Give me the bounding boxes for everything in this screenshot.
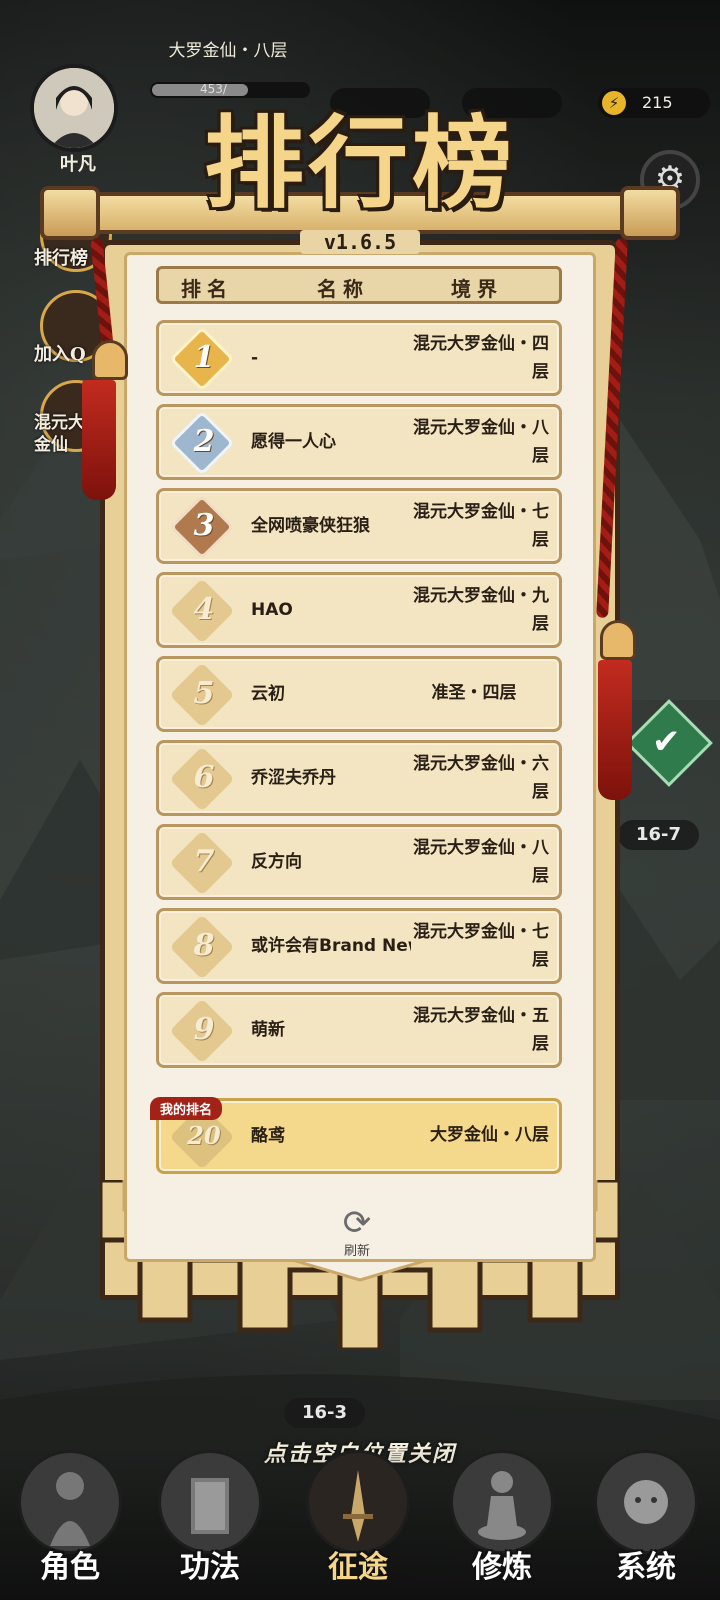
scroll-rod-end bbox=[620, 186, 680, 240]
rank-number: 9 bbox=[193, 1012, 215, 1047]
player-realm: 大罗金仙・八层 bbox=[168, 41, 288, 61]
player-realm: 混元大罗金仙・五层 bbox=[413, 1006, 549, 1054]
player-realm: 大罗金仙・八层 bbox=[430, 1125, 549, 1145]
sword-icon bbox=[343, 1470, 373, 1542]
rank-number: 8 bbox=[193, 928, 215, 963]
nav-label: 修炼 bbox=[472, 1550, 532, 1585]
scroll-rod-end bbox=[40, 186, 100, 240]
header-rank: 排名 bbox=[181, 277, 233, 301]
table-row[interactable]: 1 - 混元大罗金仙・四层 bbox=[156, 320, 562, 396]
stage-label: 16-3 bbox=[284, 1398, 366, 1428]
stage-label: 16-7 bbox=[618, 820, 700, 850]
refresh-icon: ⟳ bbox=[342, 1203, 372, 1243]
player-realm: 混元大罗金仙・七层 bbox=[413, 922, 549, 970]
table-row[interactable]: 2 愿得一人心 混元大罗金仙・八层 bbox=[156, 404, 562, 480]
nav-cultivate[interactable]: 修炼 bbox=[440, 1450, 564, 1598]
player-realm: 准圣・四层 bbox=[431, 683, 517, 703]
refresh-button[interactable]: ⟳ 刷新 bbox=[334, 1206, 380, 1259]
table-row[interactable]: 5 云初 准圣・四层 bbox=[156, 656, 562, 732]
nav-character[interactable]: 角色 bbox=[8, 1450, 132, 1598]
rank-number: 7 bbox=[193, 844, 215, 879]
table-row[interactable]: 9 萌新 混元大罗金仙・五层 bbox=[156, 992, 562, 1068]
my-rank-tag: 我的排名 bbox=[150, 1097, 223, 1120]
meditation-icon bbox=[478, 1471, 526, 1540]
player-avatar[interactable] bbox=[30, 64, 118, 152]
book-icon bbox=[191, 1478, 229, 1534]
nav-journey[interactable]: 征途 bbox=[296, 1450, 420, 1598]
bell-ornament bbox=[600, 620, 636, 660]
player-realm: 混元大罗金仙・八层 bbox=[413, 418, 549, 466]
energy-counter: ⚡ 215 bbox=[598, 88, 710, 118]
rank-number: 1 bbox=[193, 340, 215, 375]
character-icon bbox=[50, 1472, 90, 1546]
table-header: 排名 名称 境界 bbox=[156, 266, 562, 304]
bell-ornament bbox=[92, 340, 128, 380]
table-row[interactable]: 3 全网喷豪侠狂狼 混元大罗金仙・七层 bbox=[156, 488, 562, 564]
table-row[interactable]: 8 或许会有Brand New S 混元大罗金仙・七层 bbox=[156, 908, 562, 984]
energy-value: 215 bbox=[642, 93, 673, 112]
version-label: v1.6.5 bbox=[300, 230, 420, 254]
tassel bbox=[82, 380, 116, 500]
table-row[interactable]: 4 HAO 混元大罗金仙・九层 bbox=[156, 572, 562, 648]
nav-system[interactable]: 系统 bbox=[584, 1450, 708, 1598]
header-realm: 境界 bbox=[451, 277, 503, 301]
player-realm: 混元大罗金仙・八层 bbox=[413, 838, 549, 886]
nav-skills[interactable]: 功法 bbox=[148, 1450, 272, 1598]
nav-label: 系统 bbox=[616, 1550, 676, 1585]
check-icon: ✔ bbox=[652, 722, 681, 762]
player-name: 或许会有Brand New S bbox=[251, 936, 411, 956]
header-name: 名称 bbox=[317, 277, 369, 301]
rank-number: 4 bbox=[193, 592, 215, 627]
page-title: 排行榜 bbox=[204, 104, 516, 222]
nav-label: 征途 bbox=[328, 1550, 388, 1585]
table-row[interactable]: 7 反方向 混元大罗金仙・八层 bbox=[156, 824, 562, 900]
player-realm: 混元大罗金仙・七层 bbox=[413, 502, 549, 550]
rank-number: 6 bbox=[193, 760, 215, 795]
nav-label: 功法 bbox=[180, 1550, 240, 1585]
tassel bbox=[598, 660, 632, 800]
lightning-icon: ⚡ bbox=[602, 91, 626, 115]
player-name: 叶凡 bbox=[60, 154, 96, 175]
refresh-label: 刷新 bbox=[343, 1244, 370, 1259]
table-row[interactable]: 6 乔涩夫乔丹 混元大罗金仙・六层 bbox=[156, 740, 562, 816]
mascot-icon bbox=[624, 1480, 668, 1524]
player-realm: 混元大罗金仙・九层 bbox=[413, 586, 549, 634]
player-realm: 混元大罗金仙・四层 bbox=[413, 334, 549, 382]
player-realm: 混元大罗金仙・六层 bbox=[413, 754, 549, 802]
rank-number: 2 bbox=[193, 424, 215, 459]
rank-number: 3 bbox=[193, 508, 215, 543]
nav-label: 角色 bbox=[40, 1550, 100, 1585]
rank-number: 5 bbox=[193, 676, 215, 711]
